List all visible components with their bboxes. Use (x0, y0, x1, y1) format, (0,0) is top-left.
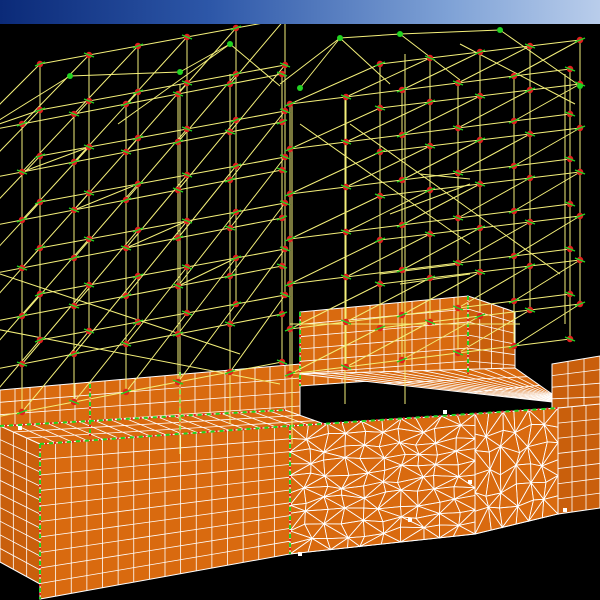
right-lower-face (557, 403, 600, 515)
peak-node (337, 35, 343, 41)
model-canvas[interactable] (0, 24, 600, 600)
3d-viewport[interactable] (0, 24, 600, 600)
peak-node (497, 27, 503, 33)
peak-node (177, 69, 183, 75)
node-marker (298, 552, 302, 556)
peak-node (227, 41, 233, 47)
peak-node (397, 31, 403, 37)
node-marker (18, 426, 22, 430)
node-marker (563, 508, 567, 512)
peak-node (297, 85, 303, 91)
left-end-face (0, 425, 41, 585)
peak-node (577, 83, 583, 89)
node-marker (468, 480, 472, 484)
app-window (0, 0, 600, 600)
peak-node (67, 73, 73, 79)
title-bar[interactable] (0, 0, 600, 24)
node-marker (408, 518, 412, 522)
node-marker (443, 410, 447, 414)
